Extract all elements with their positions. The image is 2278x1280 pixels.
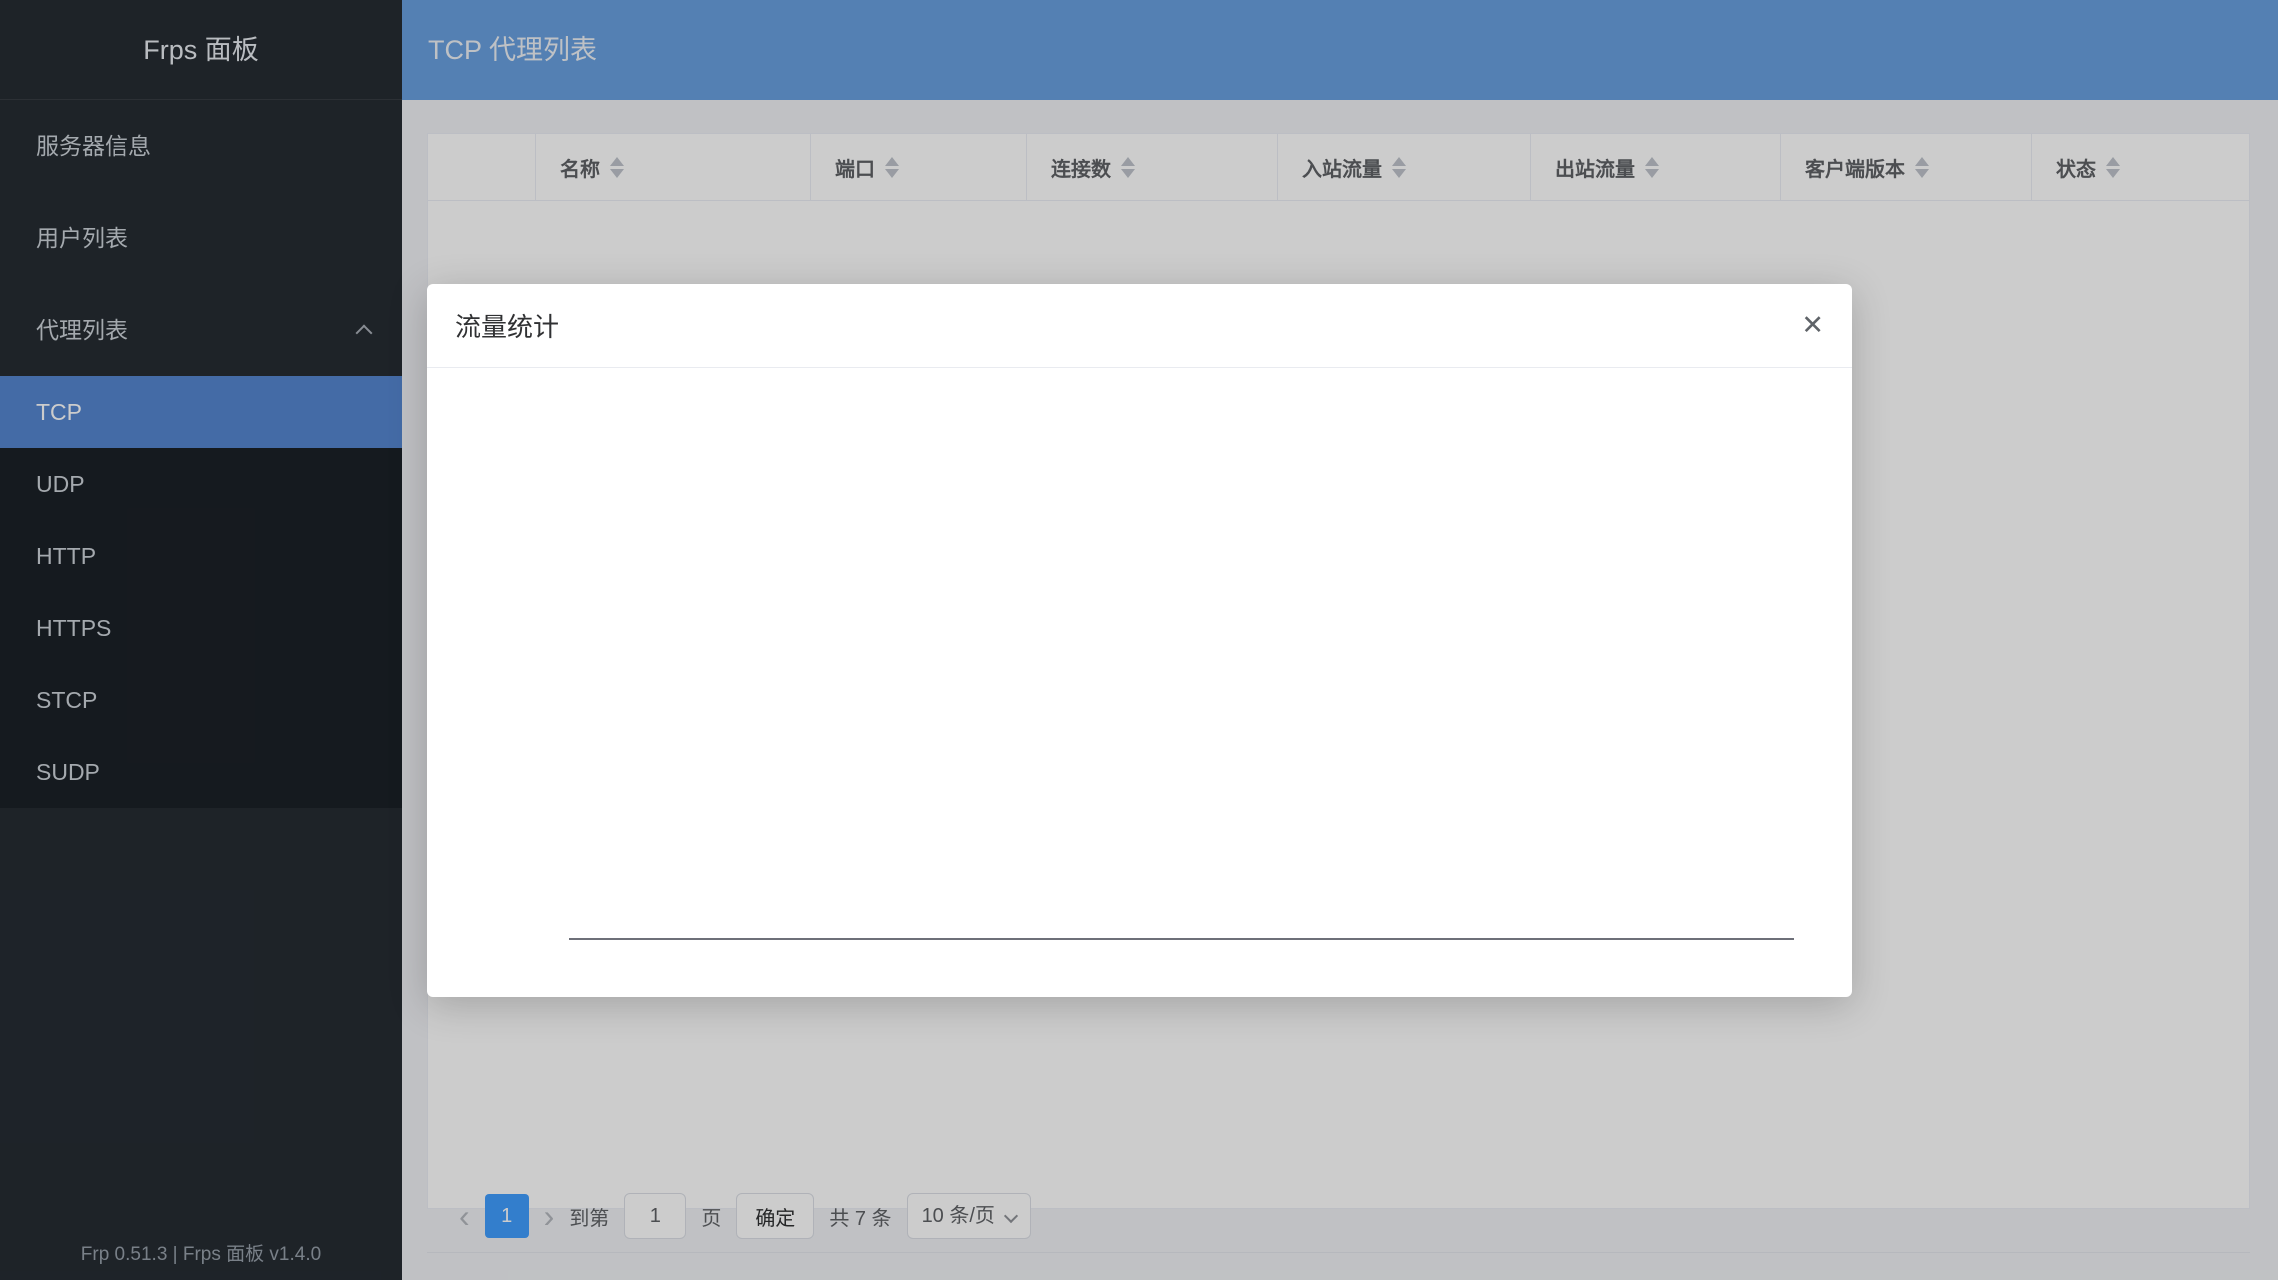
modal-title: 流量统计 — [455, 307, 559, 344]
traffic-stats-modal: 流量统计 ✕ — [427, 284, 1852, 997]
close-icon[interactable]: ✕ — [1801, 312, 1824, 339]
frps-dashboard: Frps 面板 服务器信息 用户列表 代理列表 TCP UDP HTTP HTT… — [0, 0, 2278, 1280]
modal-header: 流量统计 ✕ — [427, 284, 1852, 368]
bar-chart-plot — [569, 478, 1794, 940]
